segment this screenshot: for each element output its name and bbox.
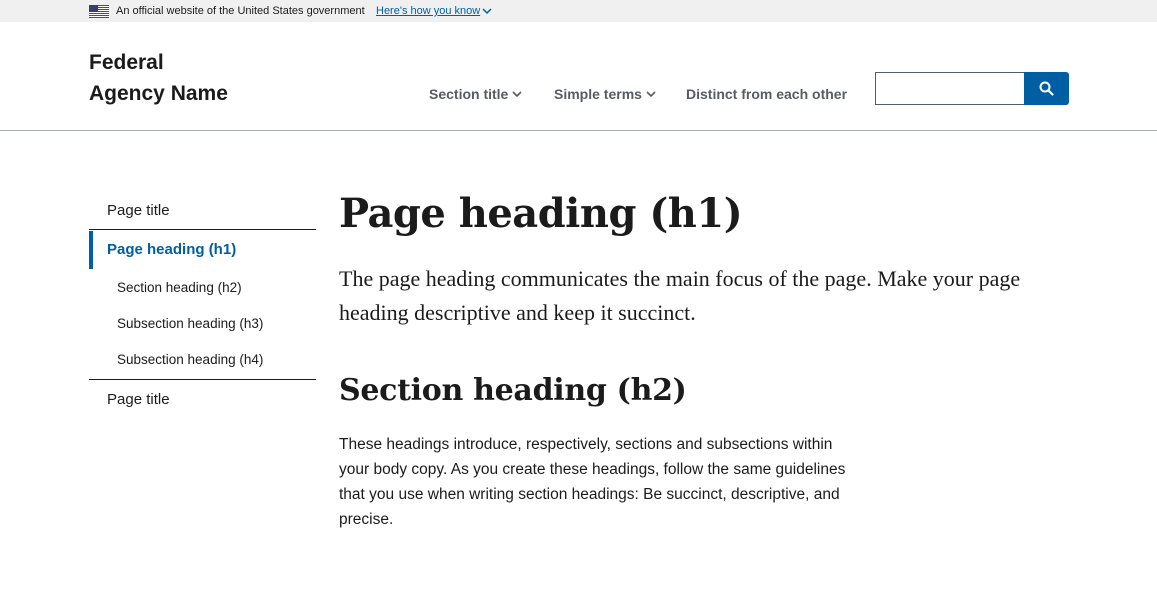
sidenav-item-page-heading-current[interactable]: Page heading (h1)	[89, 230, 316, 270]
page-heading: Page heading (h1)	[339, 190, 743, 237]
nav-distinct-label: Distinct from each other	[686, 86, 848, 102]
search-input[interactable]	[875, 72, 1025, 105]
search-button[interactable]	[1024, 72, 1069, 105]
us-flag-icon	[89, 5, 109, 18]
nav-simple-terms[interactable]: Simple terms	[554, 85, 656, 103]
nav-section-title[interactable]: Section title	[429, 85, 522, 103]
heres-how-you-know-link[interactable]: Here's how you know	[376, 4, 492, 18]
search-icon	[1039, 81, 1054, 96]
sidenav-subitem-label: Subsection heading (h4)	[117, 352, 264, 367]
agency-logo[interactable]: Federal Agency Name	[89, 47, 289, 109]
sidenav-subitem-section-heading[interactable]: Section heading (h2)	[89, 270, 316, 306]
sidenav-item-label: Page title	[107, 202, 170, 219]
gov-banner-text: An official website of the United States…	[116, 5, 365, 17]
heres-how-you-know-label: Here's how you know	[376, 5, 481, 17]
sidenav-subitem-label: Subsection heading (h3)	[117, 316, 264, 331]
sidenav-subitem-subsection-h3[interactable]: Subsection heading (h3)	[89, 306, 316, 342]
logo-line-2: Agency Name	[89, 82, 228, 105]
section-heading: Section heading (h2)	[339, 373, 687, 408]
lead-paragraph: The page heading communicates the main f…	[339, 266, 1021, 325]
logo-line-1: Federal	[89, 51, 164, 74]
chevron-down-icon	[482, 8, 492, 15]
sidenav-subitem-subsection-h4[interactable]: Subsection heading (h4)	[89, 342, 316, 378]
sidenav-item-page-title[interactable]: Page title	[89, 194, 316, 230]
sidenav-sublist: Section heading (h2) Subsection heading …	[89, 270, 316, 380]
side-navigation: Page title Page heading (h1) Section hea…	[89, 194, 316, 420]
sidenav-subitem-label: Section heading (h2)	[117, 280, 242, 295]
nav-distinct[interactable]: Distinct from each other	[686, 85, 847, 103]
body-paragraph: These headings introduce, respectively, …	[339, 436, 846, 528]
chevron-down-icon	[646, 91, 656, 98]
sidenav-item-label: Page title	[107, 391, 170, 408]
nav-section-title-label: Section title	[429, 86, 509, 102]
sidenav-item-label: Page heading (h1)	[107, 241, 237, 258]
gov-banner: An official website of the United States…	[0, 0, 1157, 22]
nav-simple-terms-label: Simple terms	[554, 86, 642, 102]
chevron-down-icon	[512, 91, 522, 98]
site-header: Federal Agency Name Section title Simple…	[0, 22, 1157, 131]
sidenav-item-page-title-2[interactable]: Page title	[89, 380, 316, 420]
